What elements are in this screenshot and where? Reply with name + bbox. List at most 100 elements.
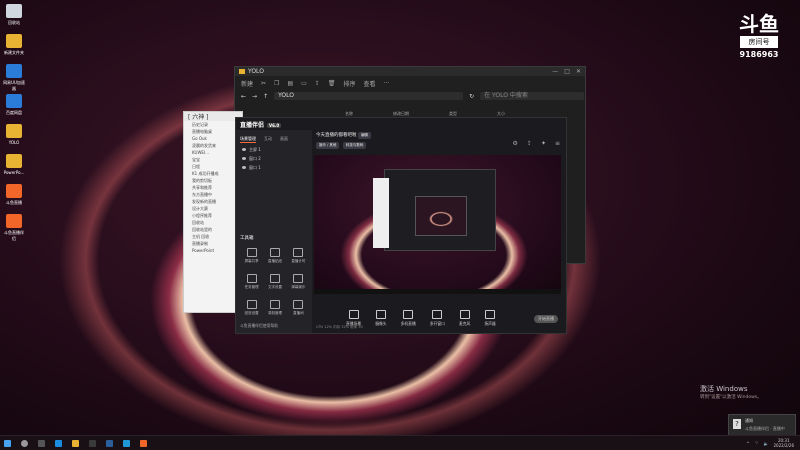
forward-icon[interactable]: → <box>252 93 257 100</box>
tab-display[interactable]: 画面 <box>280 136 288 143</box>
chat-titlebar[interactable]: [ 六神 ] <box>184 112 242 121</box>
chat-list-item[interactable]: 设计大赛 <box>184 205 242 212</box>
store-icon[interactable] <box>89 439 96 447</box>
chat-list-item[interactable]: 共享和推荐 <box>184 184 242 191</box>
eye-icon[interactable] <box>242 148 246 151</box>
chat-list-item[interactable]: 主机 回收 <box>184 233 242 240</box>
desktop-icon-douyu-companion[interactable]: 斗鱼直播伴侣 <box>3 214 25 242</box>
live-companion-window[interactable]: 直播伴侣 V6.0 场景管理 互动 画面 主屏 1 窗口 2 窗口 1 工具箱 屏… <box>235 117 567 334</box>
share-icon[interactable]: ⇪ <box>527 140 532 147</box>
new-button[interactable]: 新建 <box>241 79 253 88</box>
eye-icon[interactable] <box>242 157 246 160</box>
desktop-icon-yolo[interactable]: YOLO <box>3 124 25 145</box>
tab-scenes[interactable]: 场景管理 <box>240 136 256 143</box>
steam-icon[interactable] <box>106 439 113 447</box>
tool-item[interactable]: 任务管理 <box>240 274 263 290</box>
edge-icon[interactable] <box>55 439 62 447</box>
chat-list-item[interactable]: 回收站里的 <box>184 226 242 233</box>
file-explorer-icon[interactable] <box>72 439 79 447</box>
chat-list-item[interactable]: 历史记录 <box>184 121 242 128</box>
chat-list-item[interactable]: 东方直播中 <box>184 191 242 198</box>
menu-icon[interactable]: ≡ <box>555 140 560 147</box>
tool-item[interactable]: 直播间 <box>287 300 310 316</box>
rename-icon[interactable]: ▭ <box>301 80 307 87</box>
desktop-icon-uu[interactable]: 网易UU加速器 <box>3 64 25 92</box>
tool-item[interactable]: 回放设置 <box>240 300 263 316</box>
tool-item[interactable]: 直播计时 <box>287 248 310 264</box>
scene-item[interactable]: 窗口 1 <box>236 163 312 172</box>
stream-title[interactable]: 今天直播的都看吧啦 <box>316 133 357 138</box>
settings-icon[interactable]: ⚙ <box>513 140 518 147</box>
up-icon[interactable]: ↑ <box>263 93 268 100</box>
douyu-watermark: 斗鱼 房间号 9186963 <box>736 14 782 59</box>
tool-item[interactable]: 屏幕共享 <box>240 248 263 264</box>
action-button[interactable]: 多机直播 <box>401 310 416 327</box>
paste-icon[interactable]: ▤ <box>287 80 293 87</box>
chat-list-item[interactable]: 发现新的直播 <box>184 198 242 205</box>
action-button[interactable]: 扬声器 <box>484 310 496 327</box>
chat-list-item[interactable]: 凌晨的发货来 <box>184 142 242 149</box>
chat-list-item[interactable]: 日程 <box>184 163 242 170</box>
qq-icon[interactable] <box>123 439 130 447</box>
chat-list-item[interactable]: 直播录制 <box>184 240 242 247</box>
action-button[interactable]: 摄像头 <box>375 310 387 327</box>
eye-icon[interactable] <box>242 166 246 169</box>
volume-icon[interactable]: 🔈 <box>764 441 769 446</box>
start-live-button[interactable]: 开始直播 <box>534 315 558 323</box>
scene-item[interactable]: 主屏 1 <box>236 145 312 154</box>
start-icon[interactable] <box>4 439 11 447</box>
tab-interact[interactable]: 互动 <box>264 136 272 143</box>
douyu-taskbar-icon[interactable] <box>140 439 147 447</box>
chat-list-item[interactable]: KUWEI… <box>184 149 242 156</box>
chat-list-item[interactable]: 小程序推荐 <box>184 212 242 219</box>
category-badge[interactable]: 娱乐 / 其他 <box>316 142 340 149</box>
gift-icon[interactable]: ✦ <box>541 140 546 147</box>
cut-icon[interactable]: ✂ <box>261 80 266 87</box>
more-icon[interactable]: ··· <box>383 80 389 87</box>
chevron-up-icon[interactable]: ^ <box>746 441 749 446</box>
scene-item[interactable]: 窗口 2 <box>236 154 312 163</box>
task-view-icon[interactable] <box>38 439 45 447</box>
chat-list-item[interactable]: Go Ouk <box>184 135 242 142</box>
back-icon[interactable]: ← <box>241 93 246 100</box>
explorer-titlebar[interactable]: YOLO — □ ✕ <box>235 67 585 76</box>
stream-preview[interactable] <box>314 155 561 294</box>
chat-list-item[interactable]: 回收站 <box>184 219 242 226</box>
network-icon[interactable]: ⌔ <box>755 440 759 446</box>
help-link[interactable]: 斗鱼直播伴侣使用帮助 <box>240 323 278 329</box>
notification-toast[interactable]: ? 通知 斗鱼直播伴侣 · 直播中 <box>728 414 796 436</box>
tool-item[interactable]: 直播贴纸 <box>263 248 286 264</box>
maximize-icon[interactable]: □ <box>564 68 570 75</box>
sort-button[interactable]: 排序 <box>343 79 355 88</box>
address-bar[interactable]: YOLO <box>274 92 464 100</box>
tag-badge[interactable]: 科技与数码 <box>342 142 367 149</box>
share-icon[interactable]: ⇪ <box>315 80 320 87</box>
close-icon[interactable]: ✕ <box>576 68 581 75</box>
desktop-icon-baidu-netdisk[interactable]: 百度网盘 <box>3 94 25 116</box>
chat-window[interactable]: [ 六神 ] 历史记录 直播电脑桌 Go Ouk 凌晨的发货来 KUWEI… 宝宝 日程 K1… <box>183 111 243 313</box>
clock[interactable]: 20:31 2022/2/26 <box>773 438 794 448</box>
desktop-icon-powerpoint-folder[interactable]: PowerPo... <box>3 154 25 175</box>
chat-list-item[interactable]: 直播电脑桌 <box>184 128 242 135</box>
edit-title-button[interactable]: 编辑 <box>357 132 371 139</box>
search-icon[interactable] <box>21 439 28 447</box>
copy-icon[interactable]: ❐ <box>274 80 279 87</box>
chat-list-item[interactable]: 我的剪切板 <box>184 177 242 184</box>
desktop-icon-douyu[interactable]: 斗鱼直播 <box>3 184 25 206</box>
desktop-icon-new-folder[interactable]: 新建文件夹 <box>3 34 25 56</box>
tool-item[interactable]: 弹幕娱乐 <box>287 274 310 290</box>
tool-item[interactable]: 录制管理 <box>263 300 286 316</box>
douyu-companion-icon <box>6 214 22 228</box>
chat-list-item[interactable]: 宝宝 <box>184 156 242 163</box>
search-input[interactable]: 在 YOLO 中搜索 <box>480 92 585 100</box>
action-button[interactable]: 多开窗口 <box>430 310 445 327</box>
chat-list-item[interactable]: PowerPoint <box>184 247 242 254</box>
refresh-icon[interactable]: ↻ <box>469 93 474 100</box>
action-button[interactable]: 麦克风 <box>459 310 470 327</box>
desktop-icon-recycle-bin[interactable]: 回收站 <box>3 4 25 26</box>
view-button[interactable]: 查看 <box>363 79 375 88</box>
delete-icon[interactable]: 🗑 <box>328 80 336 87</box>
chat-list-item[interactable]: K1 成功开播成 <box>184 170 242 177</box>
tool-item[interactable]: 文字设置 <box>263 274 286 290</box>
minimize-icon[interactable]: — <box>552 68 558 75</box>
